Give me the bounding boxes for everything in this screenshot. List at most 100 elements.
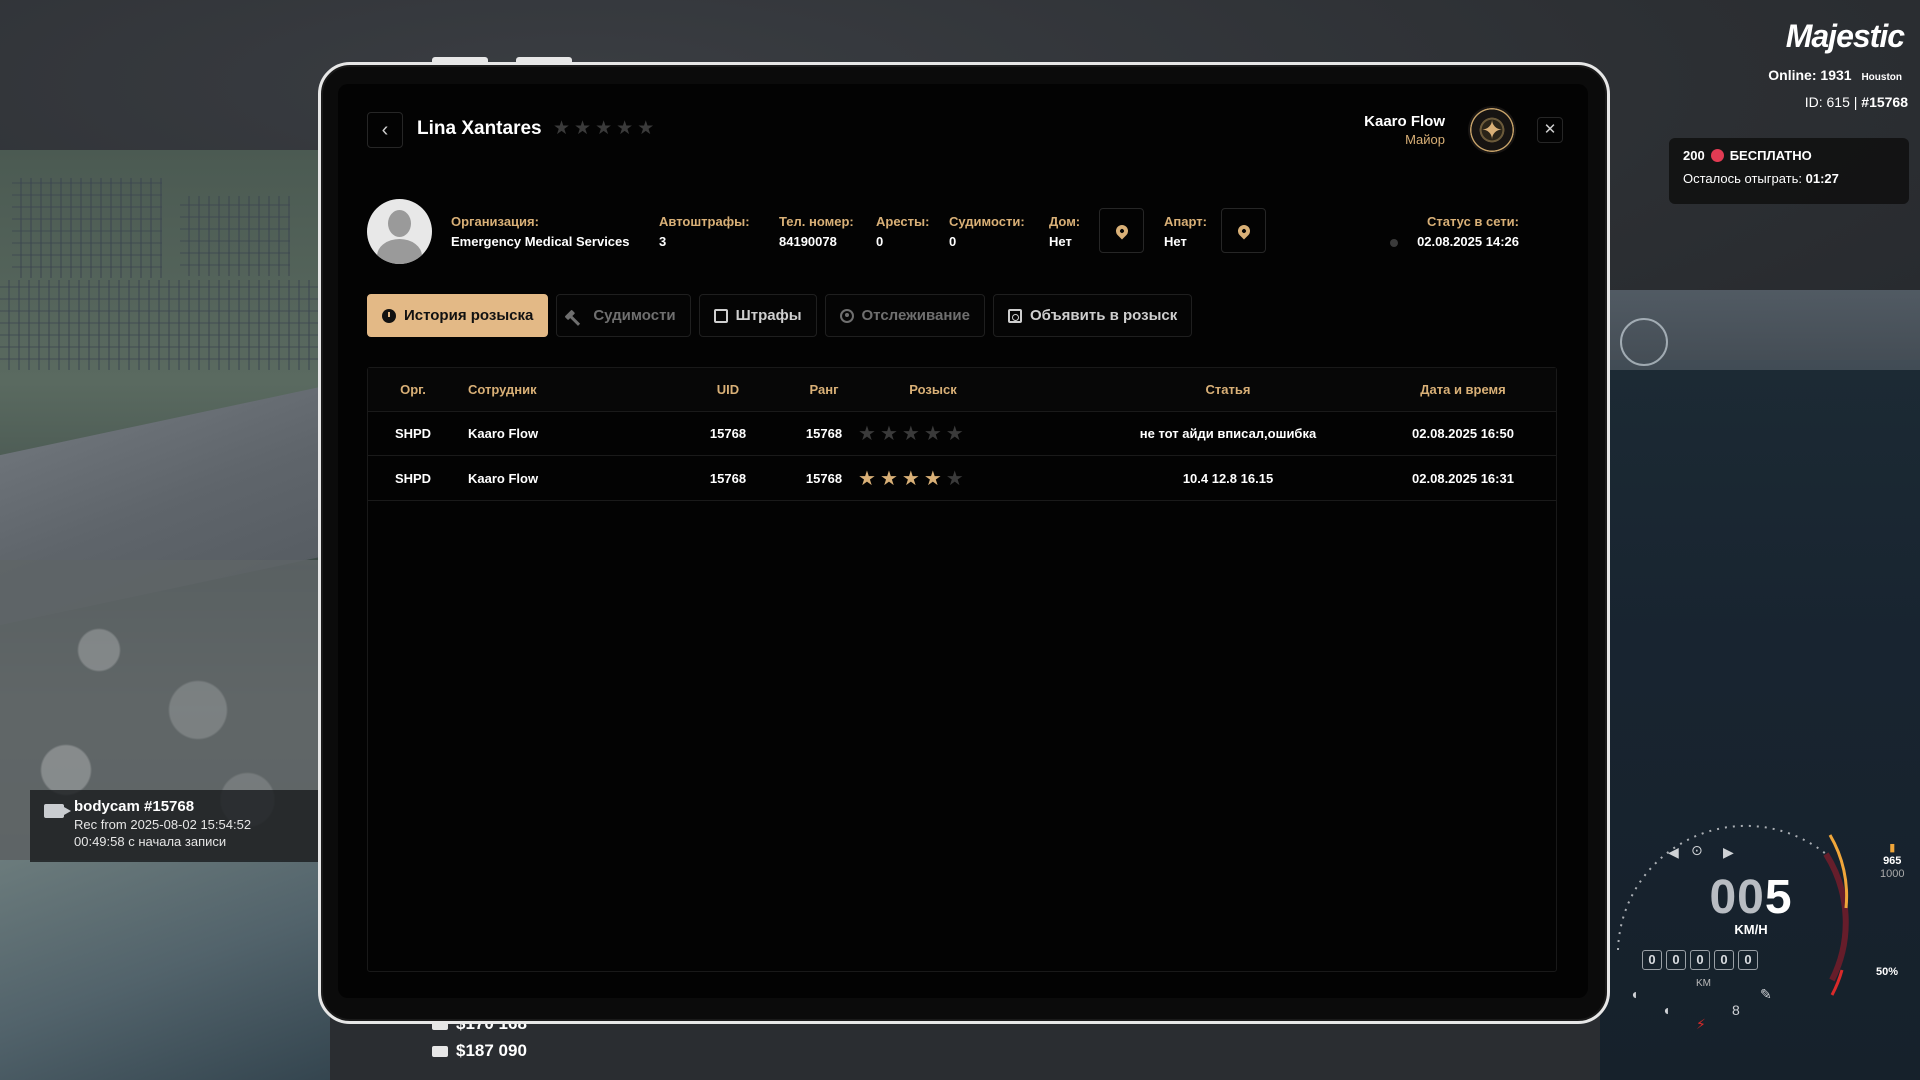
battery-icon: ⚡ [1696, 1016, 1706, 1032]
bodycam-elapsed: 00:49:58 с начала записи [74, 834, 227, 849]
table-row[interactable]: SHPD Kaaro Flow 15768 15768 ★ ★ ★ ★ ★ 10.4 1… [368, 457, 1556, 501]
person-wanted-stars: ★ ★ ★ ★ ★ [553, 119, 654, 139]
offline-dot-icon [1390, 239, 1398, 247]
row-datetime: 02.08.2025 16:31 [1412, 471, 1514, 486]
org-label: Организация: [451, 214, 539, 229]
promo-panel: 200 БЕСПЛАТНО Осталось отыграть: 01:27 [1669, 138, 1909, 204]
online-counter: Online: 1931 Houston [1768, 67, 1902, 83]
bank-display: $187 090 [432, 1041, 527, 1061]
star-icon: ★ [616, 118, 634, 139]
bank-amount: $187 090 [456, 1041, 527, 1060]
close-button[interactable]: ✕ [1537, 117, 1563, 143]
odometer-unit: KM [1696, 978, 1711, 989]
star-icon: ★ [901, 423, 920, 445]
apart-label: Апарт: [1164, 214, 1207, 229]
apart-locate-button[interactable] [1221, 208, 1266, 253]
phone-value: 84190078 [779, 234, 837, 249]
row-article: не тот айди вписал,ошибка [1139, 426, 1317, 441]
map-pin-icon [1235, 222, 1252, 239]
promo-remain-label: Осталось отыграть: [1683, 171, 1802, 186]
row-org: SHPD [394, 471, 432, 486]
odometer-digit: 0 [1666, 950, 1686, 970]
online-status-value: 02.08.2025 14:26 [1417, 234, 1519, 249]
star-icon: ★ [553, 118, 571, 139]
promo-remain-time: 01:27 [1805, 171, 1839, 186]
fuel-icon: ▮ [1889, 842, 1896, 854]
player-id: ID: 615 | #15768 [1805, 94, 1908, 110]
online-label: Online: [1768, 67, 1817, 83]
col-datetime: Дата и время [1420, 382, 1506, 397]
star-icon: ★ [945, 423, 964, 445]
server-name: Houston [1861, 72, 1902, 83]
building [12, 178, 162, 278]
fines-value: 3 [659, 234, 667, 249]
bodycam-rec: Rec from 2025-08-02 15:54:52 [74, 817, 252, 832]
tab-tracking[interactable]: Отслеживание [824, 294, 985, 337]
wanted-history-table: Орг. Сотрудник UID Ранг Розыск Статья Да… [367, 367, 1557, 972]
house-value: Нет [1049, 234, 1072, 249]
apart-value: Нет [1164, 234, 1187, 249]
tab-label: История розыска [404, 307, 534, 324]
col-article: Статья [1205, 382, 1251, 397]
arrests-label: Аресты: [876, 214, 930, 229]
phone-label: Тел. номер: [779, 214, 854, 229]
officer-rank: Майор [1405, 132, 1445, 147]
odometer-digit: 0 [1714, 950, 1734, 970]
tracking-icon [839, 308, 854, 323]
online-count: 1931 [1820, 67, 1852, 83]
engine-percent: 50% [1876, 966, 1899, 978]
col-org: Орг. [400, 382, 426, 397]
arrests-value: 0 [876, 234, 884, 249]
tab-bar: История розыска Судимости Штрафы Отслежи… [367, 294, 1193, 337]
person-name: Lina Xantares [417, 118, 542, 139]
star-icon: ★ [858, 468, 876, 490]
seatbelt-icon: 8 [1732, 1002, 1740, 1018]
clock-icon [382, 308, 396, 323]
right-arrow-icon: ▶ [1723, 844, 1734, 860]
fuel-max: 1000 [1880, 868, 1905, 880]
tab-label: Штрафы [735, 307, 802, 324]
odometer-digit: 0 [1738, 950, 1758, 970]
table-row[interactable]: SHPD Kaaro Flow 15768 15768 ★ ★ ★ ★ ★ не тот… [368, 412, 1556, 456]
tab-wanted-history[interactable]: История розыска [367, 294, 549, 337]
row-employee: Kaaro Flow [468, 471, 539, 486]
fines-label: Автоштрафы: [659, 214, 750, 229]
tab-convictions[interactable]: Судимости [556, 294, 691, 337]
fuel-gauge: ▮ 965 1000 [1880, 842, 1904, 881]
row-wanted-stars: ★ ★ ★ ★ ★ [858, 468, 964, 490]
tab-fines[interactable]: Штрафы [698, 294, 817, 337]
headlight-icon: ◖ [1630, 986, 1639, 1002]
col-wanted: Розыск [909, 382, 957, 397]
gavel-icon [568, 305, 589, 326]
document-icon [713, 308, 728, 323]
video-camera-icon [44, 804, 71, 818]
tab-declare-wanted[interactable]: Объявить в розыск [993, 294, 1193, 337]
fuel-value: 965 [1883, 855, 1902, 867]
table-header: Орг. Сотрудник UID Ранг Розыск Статья Да… [368, 368, 1556, 412]
star-icon: ★ [595, 118, 613, 139]
officer-name: Kaaro Flow [1364, 113, 1445, 130]
promo-free-label: БЕСПЛАТНО [1729, 148, 1812, 163]
building [180, 196, 290, 276]
speed-unit: KM/H [1734, 922, 1768, 937]
star-icon: ★ [879, 468, 898, 490]
search-document-icon [1008, 308, 1022, 323]
beach [0, 860, 330, 1080]
house-label: Дом: [1049, 214, 1081, 229]
speedometer: ◀ ⊙ ▶ 005 KM/H 0 0 0 0 0 KM ▮ 965 1000 5… [1600, 790, 1920, 1080]
star-icon: ★ [923, 423, 942, 445]
left-arrow-icon: ◀ [1668, 844, 1679, 860]
wrench-icon: ✎ [1760, 986, 1772, 1002]
odometer: 0 0 0 0 0 [1642, 950, 1758, 970]
back-button[interactable]: ‹ [367, 112, 403, 148]
ferris-wheel [1620, 318, 1668, 366]
avatar [367, 199, 432, 264]
row-wanted-stars: ★ ★ ★ ★ ★ [858, 423, 964, 445]
bodycam-panel: bodycam #15768 Rec from 2025-08-02 15:54… [30, 790, 330, 862]
hazard-icon: ⊙ [1691, 842, 1703, 858]
building [0, 280, 320, 370]
convictions-label: Судимости: [949, 214, 1025, 229]
house-locate-button[interactable] [1099, 208, 1144, 253]
speed-value: 005 [1656, 870, 1846, 925]
odometer-digit: 0 [1642, 950, 1662, 970]
